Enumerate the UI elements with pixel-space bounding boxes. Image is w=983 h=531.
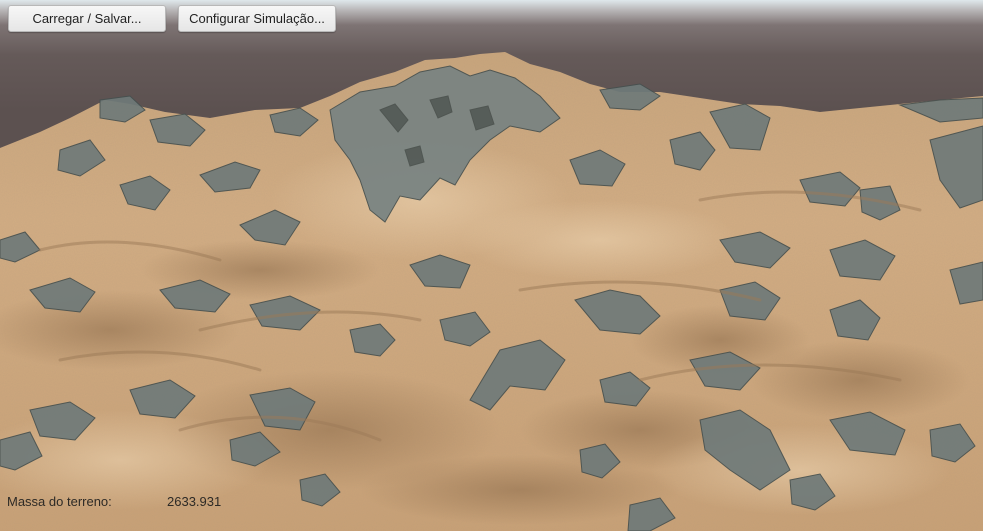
terrain-mass-label: Massa do terreno: (7, 494, 112, 509)
terrain-render (0, 52, 983, 531)
simulation-viewport[interactable]: Carregar / Salvar... Configurar Simulaçã… (0, 0, 983, 531)
configure-simulation-button[interactable]: Configurar Simulação... (178, 5, 336, 32)
load-save-button[interactable]: Carregar / Salvar... (8, 5, 166, 32)
terrain-mass-value: 2633.931 (167, 494, 222, 509)
